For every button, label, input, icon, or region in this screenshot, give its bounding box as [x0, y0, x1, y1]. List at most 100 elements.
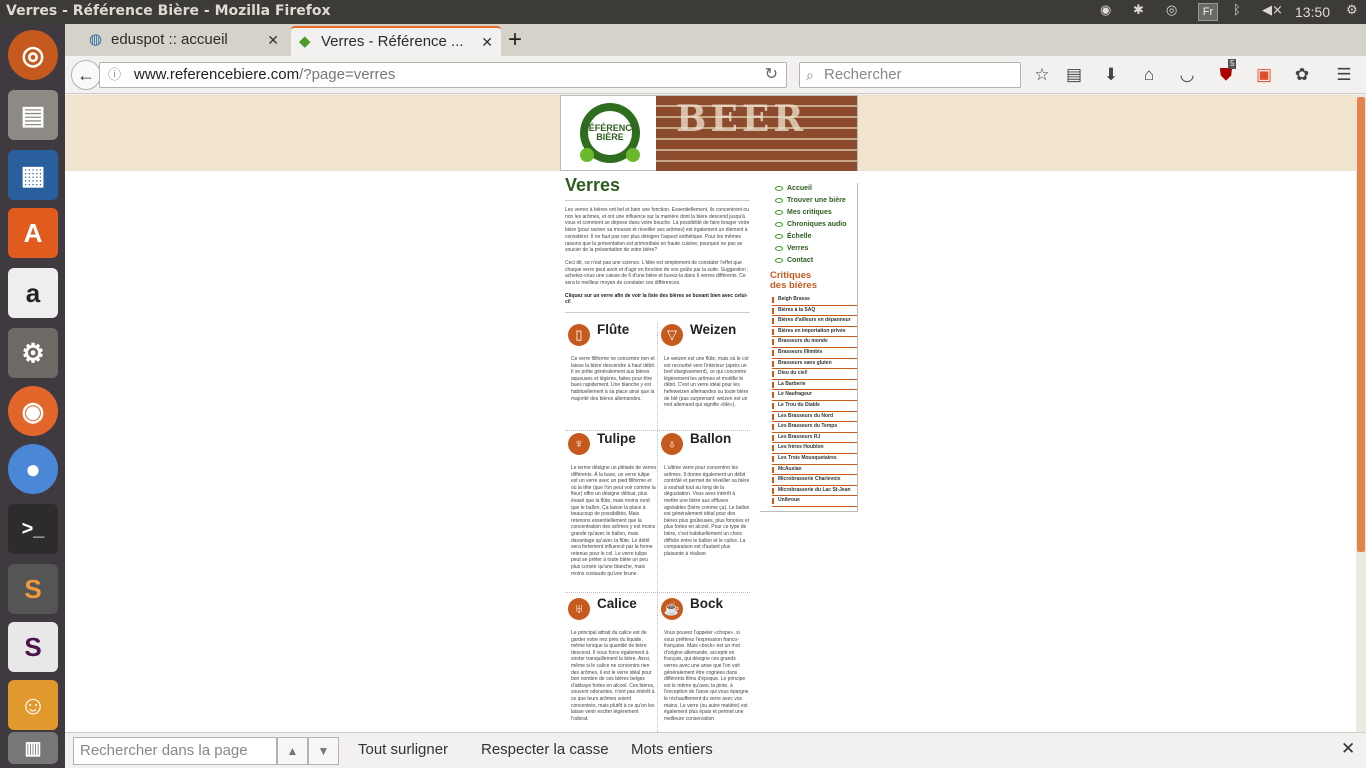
- amazon-icon[interactable]: a: [8, 268, 58, 318]
- critique-link[interactable]: Les Brasseurs du Nord: [772, 412, 857, 423]
- site-banner[interactable]: RÉFÉRENCE BIÈRE BEER: [560, 95, 858, 171]
- nav-label: Contact: [787, 257, 814, 264]
- critiques-heading: Critiques des bières: [770, 270, 817, 291]
- bookmark-star-icon[interactable]: ☆: [1031, 64, 1053, 86]
- slack-icon[interactable]: S: [8, 622, 58, 672]
- nav-verres[interactable]: Verres: [760, 243, 857, 255]
- keyboard-layout-indicator[interactable]: Fr: [1198, 3, 1218, 21]
- whole-words-button[interactable]: Mots entiers: [631, 741, 713, 758]
- critique-link[interactable]: Bières à la SAQ: [772, 306, 857, 317]
- download-icon[interactable]: ⬇: [1100, 64, 1122, 86]
- ublock-icon[interactable]: ⛊ 5: [1215, 59, 1237, 86]
- slack-tray-icon[interactable]: ✱: [1133, 3, 1144, 18]
- critique-link[interactable]: Le Naufrageur: [772, 390, 857, 401]
- critique-link[interactable]: McAuslan: [772, 465, 857, 476]
- search-input[interactable]: ⌕ Rechercher: [799, 62, 1021, 88]
- menu-icon[interactable]: ☰: [1333, 64, 1355, 86]
- reading-list-icon[interactable]: ▤: [1063, 64, 1085, 86]
- critique-link[interactable]: Brasseurs sans gluten: [772, 359, 857, 370]
- critique-link[interactable]: Unibroue: [772, 496, 857, 507]
- page-viewport: RÉFÉRENCE BIÈRE BEER Verres Les verres à…: [65, 95, 1356, 732]
- window-title: Verres - Référence Bière - Mozilla Firef…: [6, 3, 331, 19]
- terminal-icon[interactable]: >_: [8, 504, 58, 554]
- close-tab-icon[interactable]: ✕: [267, 26, 279, 54]
- tab-verres[interactable]: ◆ Verres - Référence ... ✕: [291, 26, 501, 56]
- glass-name[interactable]: Flûte: [597, 323, 629, 336]
- volume-icon[interactable]: ◀×: [1262, 3, 1283, 18]
- critique-link[interactable]: Les frères Houblon: [772, 443, 857, 454]
- reference-biere-logo[interactable]: RÉFÉRENCE BIÈRE: [575, 97, 645, 169]
- critique-link[interactable]: Brasseurs du monde: [772, 337, 857, 348]
- clock[interactable]: 13:50: [1295, 4, 1330, 20]
- pocket-icon[interactable]: ◡: [1176, 64, 1198, 86]
- glass-name[interactable]: Tulipe: [597, 432, 636, 445]
- flute-glass-icon[interactable]: ▯: [568, 324, 590, 346]
- close-find-bar-icon[interactable]: ✕: [1341, 739, 1355, 759]
- discord-tray-icon[interactable]: ◉: [1100, 3, 1111, 18]
- weizen-glass-icon[interactable]: ▽: [661, 324, 683, 346]
- vertical-scrollbar[interactable]: [1356, 95, 1366, 732]
- nav-critiques[interactable]: Mes critiques: [760, 207, 857, 219]
- info-icon[interactable]: ⓘ: [108, 63, 121, 87]
- scrollbar-thumb[interactable]: [1357, 97, 1365, 552]
- nav-trouver[interactable]: Trouver une bière: [760, 195, 857, 207]
- highlight-all-button[interactable]: Tout surligner: [358, 741, 448, 758]
- critique-link[interactable]: Brasseurs Illimités: [772, 348, 857, 359]
- glass-name[interactable]: Weizen: [690, 323, 736, 336]
- bock-mug-icon[interactable]: ☕: [661, 598, 683, 620]
- find-placeholder: Rechercher dans la page: [80, 742, 248, 759]
- network-icon[interactable]: ◎: [1166, 3, 1177, 18]
- bluetooth-icon[interactable]: ᛒ: [1233, 3, 1241, 18]
- glass-name[interactable]: Bock: [690, 597, 723, 610]
- back-button[interactable]: ←: [71, 60, 101, 90]
- close-tab-icon[interactable]: ✕: [481, 28, 493, 56]
- firefox-icon[interactable]: ◉: [8, 386, 58, 436]
- ballon-glass-icon[interactable]: ♁: [661, 433, 683, 455]
- find-input[interactable]: Rechercher dans la page: [73, 737, 277, 765]
- discord-icon[interactable]: ☺: [8, 680, 58, 730]
- critique-link[interactable]: Dieu du ciel!: [772, 369, 857, 380]
- files-icon[interactable]: ▤: [8, 90, 58, 140]
- nav-chroniques[interactable]: Chroniques audio: [760, 219, 857, 231]
- ubuntu-dash-icon[interactable]: ◎: [8, 30, 58, 80]
- tulipe-glass-icon[interactable]: ♆: [568, 433, 590, 455]
- reload-icon[interactable]: ↻: [765, 63, 778, 87]
- glass-description: L'ultime verre pour concentrer les arôme…: [664, 465, 750, 557]
- home-icon[interactable]: ⌂: [1138, 64, 1160, 86]
- nav-echelle[interactable]: Échelle: [760, 231, 857, 243]
- eye-bullet-icon: [775, 258, 783, 263]
- html5-icon[interactable]: ▣: [1253, 64, 1275, 86]
- system-settings-icon[interactable]: ⚙: [8, 328, 58, 378]
- critique-link[interactable]: Les Brasseurs du Temps: [772, 422, 857, 433]
- chrome-icon[interactable]: ●: [8, 444, 58, 494]
- url-bar[interactable]: ⓘ www.referencebiere.com/?page=verres ↻: [99, 62, 787, 88]
- extension-icon[interactable]: ✿: [1291, 64, 1313, 86]
- nav-accueil[interactable]: Accueil: [760, 183, 857, 195]
- nav-label: Trouver une bière: [787, 197, 846, 204]
- glass-name[interactable]: Ballon: [690, 432, 731, 445]
- match-case-button[interactable]: Respecter la casse: [481, 741, 609, 758]
- critique-link[interactable]: Bières d'ailleurs en dépanneur: [772, 316, 857, 327]
- tab-eduspot[interactable]: ◍ eduspot :: accueil ✕: [81, 26, 287, 56]
- critique-link[interactable]: Microbrasserie Charlevoix: [772, 475, 857, 486]
- critique-link[interactable]: Microbrasserie du Lac St-Jean: [772, 486, 857, 497]
- find-next-button[interactable]: ▼: [308, 737, 339, 765]
- glass-name[interactable]: Calice: [597, 597, 637, 610]
- calice-glass-icon[interactable]: ♅: [568, 598, 590, 620]
- software-center-icon[interactable]: A: [8, 208, 58, 258]
- sublime-icon[interactable]: S: [8, 564, 58, 614]
- critique-link[interactable]: Le Trou du Diable: [772, 401, 857, 412]
- critique-link[interactable]: Les Trois Mousquetaires: [772, 454, 857, 465]
- critique-link[interactable]: La Barberie: [772, 380, 857, 391]
- critique-link[interactable]: Les Brasseurs RJ: [772, 433, 857, 444]
- trash-icon[interactable]: ▥: [8, 732, 58, 764]
- find-previous-button[interactable]: ▲: [277, 737, 308, 765]
- critique-link[interactable]: Bières en importation privée: [772, 327, 857, 338]
- critique-link[interactable]: Beigh Brasse: [772, 295, 857, 306]
- gear-icon[interactable]: ⚙: [1346, 3, 1358, 18]
- eye-bullet-icon: [775, 234, 783, 239]
- writer-icon[interactable]: ▦: [8, 150, 58, 200]
- intro-paragraph-1: Les verres à bières ont bel et bien une …: [565, 207, 750, 254]
- nav-contact[interactable]: Contact: [760, 255, 857, 267]
- new-tab-button[interactable]: +: [508, 26, 522, 54]
